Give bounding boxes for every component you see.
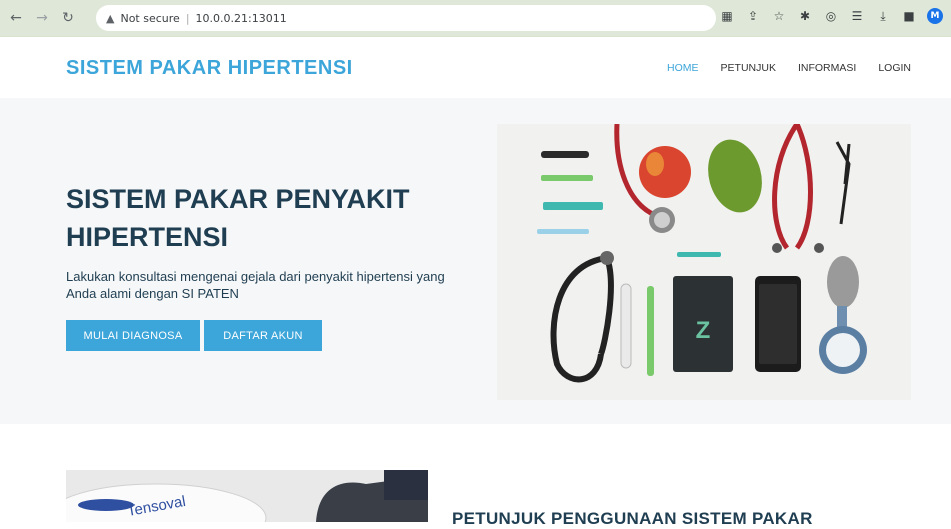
nav-informasi[interactable]: INFORMASI (798, 62, 856, 74)
address-bar[interactable]: ▲ Not secure | 10.0.0.21:13011 (96, 5, 716, 31)
hero-medical-photo: Z (497, 124, 911, 400)
notebook-letter: Z (696, 317, 711, 344)
reload-icon[interactable]: ↻ (58, 8, 78, 28)
site-header: SISTEM PAKAR HIPERTENSI HOME PETUNJUK IN… (0, 36, 951, 98)
nav-home[interactable]: HOME (667, 62, 699, 74)
start-diagnosis-button[interactable]: MULAI DIAGNOSA (66, 320, 200, 351)
hero-subtitle: Lakukan konsultasi mengenai gejala dari … (66, 269, 445, 301)
browser-actions: ▦ ⇪ ☆ ✱ ◎ ☰ ⤓ ■ M (719, 8, 943, 24)
bp-monitor-photo: Tensoval (66, 470, 428, 522)
star-icon[interactable]: ☆ (771, 8, 787, 24)
nav-petunjuk[interactable]: PETUNJUK (721, 62, 776, 74)
nav-login[interactable]: LOGIN (878, 62, 911, 74)
site-brand[interactable]: SISTEM PAKAR HIPERTENSI (66, 57, 353, 80)
reading-list-icon[interactable]: ☰ (849, 8, 865, 24)
medical-flatlay-illustration: Z (537, 124, 867, 383)
back-icon[interactable]: ← (6, 8, 26, 28)
extensions-icon[interactable]: ✱ (797, 8, 813, 24)
section-petunjuk-title: PETUNJUK PENGGUNAAN SISTEM PAKAR (452, 509, 813, 528)
url-separator: | (185, 11, 190, 25)
browser-toolbar: ← → ↻ ▲ Not secure | 10.0.0.21:13011 ▦ ⇪… (0, 0, 951, 36)
hero-title: SISTEM PAKAR PENYAKIT HIPERTENSI (66, 184, 410, 252)
url-text[interactable]: 10.0.0.21:13011 (196, 12, 287, 25)
sync-icon[interactable]: ◎ (823, 8, 839, 24)
sidepanel-icon[interactable]: ■ (901, 8, 917, 24)
translate-icon[interactable]: ▦ (719, 8, 735, 24)
profile-avatar[interactable]: M (927, 8, 943, 24)
download-icon[interactable]: ⤓ (875, 8, 891, 24)
security-label[interactable]: Not secure (120, 12, 179, 25)
register-account-button[interactable]: DAFTAR AKUN (204, 320, 322, 351)
share-icon[interactable]: ⇪ (745, 8, 761, 24)
warning-icon[interactable]: ▲ (106, 12, 114, 25)
tensoval-illustration: Tensoval (66, 470, 428, 522)
main-nav: HOME PETUNJUK INFORMASI LOGIN (667, 62, 911, 74)
forward-icon[interactable]: → (32, 8, 52, 28)
